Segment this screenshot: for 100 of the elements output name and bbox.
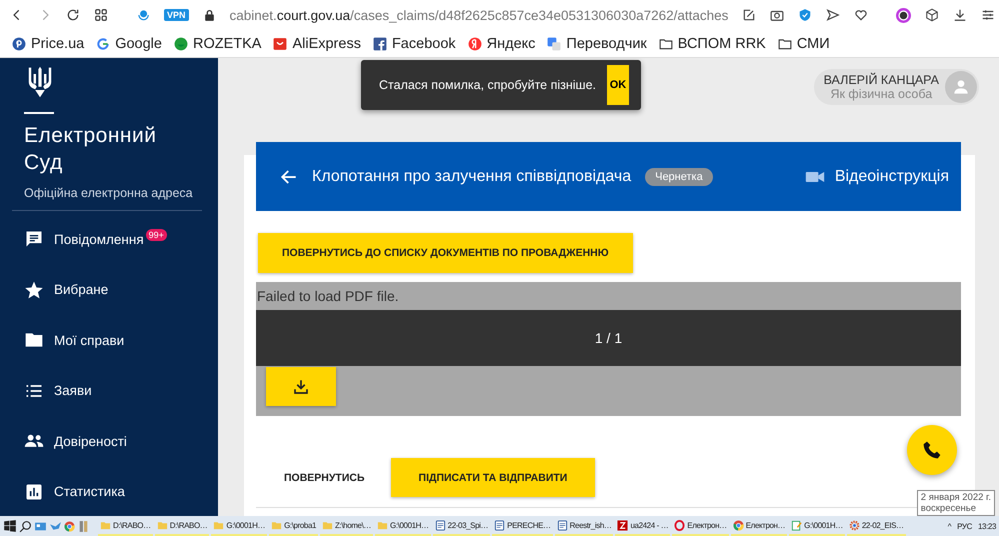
google-g-icon (96, 36, 110, 50)
folder-icon (156, 520, 168, 530)
back-button[interactable]: ПОВЕРНУТИСЬ (268, 458, 381, 497)
taskbar-item[interactable]: D:\RABO… (154, 516, 210, 536)
taskbar-item[interactable]: G:\0001H… (211, 516, 268, 536)
smile-box-icon (273, 36, 288, 50)
cube-icon (925, 8, 940, 22)
taskbar-item[interactable]: Reestr_ish… (554, 516, 614, 536)
windows-start-icon (3, 519, 17, 533)
bookmark[interactable]: Яндекс (468, 36, 536, 52)
bookmark[interactable]: Переводчик (547, 36, 647, 52)
bookmark[interactable]: ROZETKA (174, 36, 262, 52)
chrome-icon (64, 520, 75, 532)
folder-icon (100, 520, 111, 530)
taskbar-item[interactable]: Z:\home\… (320, 516, 374, 536)
bookmark[interactable]: Price.ua (12, 36, 84, 52)
star-icon (24, 280, 44, 300)
book-icon (77, 520, 90, 532)
gear-icon (848, 520, 860, 530)
bookmark[interactable]: СМИ (778, 36, 830, 52)
sliders-icon (981, 8, 996, 22)
ok-button[interactable]: OK (607, 65, 629, 105)
phone-icon (922, 440, 942, 460)
sidebar-item[interactable]: Заяви (24, 362, 194, 413)
user-chip[interactable]: ВАЛЕРІЙ КАНЦАРА Як фізична особа (814, 69, 979, 105)
tooltip-date: 2 января 2022 г. (920, 492, 991, 503)
facebook-icon (372, 36, 387, 50)
sidebar-item-label: Статистика (54, 484, 125, 500)
error-message: Failed to load PDF file. (256, 287, 400, 306)
document-icon (494, 520, 506, 530)
reload-icon (66, 8, 80, 22)
video-link[interactable]: Відеоінструкція (804, 166, 949, 186)
taskbar-item[interactable]: G:\0001H… (789, 516, 845, 536)
taskbar-item[interactable]: 22-03_Spi… (432, 516, 490, 536)
grid-icon (94, 8, 108, 22)
folder-icon (658, 36, 673, 50)
ring-icon (674, 520, 686, 530)
taskbar-item[interactable]: Електрон… (730, 516, 788, 536)
document-icon (434, 520, 446, 530)
sign-and-send-button[interactable]: ПІДПИСАТИ ТА ВІДПРАВИТИ (390, 458, 596, 497)
sidebar-item[interactable]: Статистика (24, 464, 194, 514)
download-icon (953, 8, 968, 22)
taskbar-item[interactable]: ua2424 - … (615, 516, 670, 536)
document-title: Клопотання про залучення співвідповідача (312, 168, 632, 186)
address-bar[interactable]: cabinet.court.gov.ua/cases_claims/d48f2625c857ce34e0531306030a7262/attaches (230, 8, 728, 22)
back-to-list-button[interactable]: ПОВЕРНУТИСЬ ДО СПИСКУ ДОКУМЕНТІВ ПО ПРОВАДЖЕННЮ (258, 233, 633, 273)
chrome-icon (732, 520, 744, 530)
clock[interactable]: 13:23 (978, 522, 996, 530)
heart-icon (854, 8, 868, 22)
folder-icon (213, 520, 224, 530)
status-chip: Чернетка (645, 168, 713, 186)
window-icon (34, 520, 47, 532)
person-icon (953, 79, 969, 95)
taskbar-item[interactable]: PERECHE… (492, 516, 553, 536)
bookmark[interactable]: ВСПОМ RRK (658, 36, 766, 52)
sidebar-item[interactable]: Довіреності (24, 413, 194, 464)
camera-icon (770, 8, 784, 22)
taskbar-item[interactable]: Електрон… (672, 516, 729, 536)
bookmark[interactable]: Facebook (372, 36, 456, 52)
back-arrow-icon (280, 168, 298, 186)
search-icon (19, 520, 32, 532)
toast-message: Сталася помилка, спробуйте пізніше. (379, 78, 596, 92)
count-badge: 99+ (146, 229, 167, 241)
sidebar-item-label: Заяви (54, 383, 92, 398)
folder-icon (322, 520, 334, 530)
sidebar-item-label: Повідомлення (54, 232, 144, 247)
sidebar-item-label: Довіреності (54, 434, 127, 449)
letter-tile-icon (617, 520, 628, 530)
letter-circle-icon (468, 36, 482, 50)
sidebar-item[interactable]: Повідомлення 99+ (24, 211, 194, 262)
bookmark[interactable]: AliExpress (273, 36, 361, 52)
download-button[interactable] (266, 367, 336, 406)
send-icon (826, 8, 840, 22)
folder-icon (377, 520, 388, 530)
folder-icon (271, 520, 282, 530)
taskbar-item[interactable]: D:\RABO… (98, 516, 153, 536)
app-subtitle: Офіційна електронна адреса (12, 186, 202, 211)
bookmark[interactable]: Google (96, 36, 162, 52)
sidebar-item[interactable]: Мої справи (24, 312, 194, 362)
language-indicator[interactable]: РУС (957, 522, 972, 530)
lock-icon (202, 8, 216, 22)
taskbar-item[interactable]: 22-02_EIS… (846, 516, 906, 536)
app-title: Електронний Суд (24, 123, 158, 176)
bar-chart-icon (24, 482, 44, 502)
taskbar-item[interactable]: G:\0001H… (375, 516, 431, 536)
edit-icon (742, 8, 756, 22)
folder-icon (778, 36, 792, 50)
page-indicator: 1 / 1 (256, 310, 961, 366)
notepad-icon (791, 520, 802, 530)
colour-ring-icon (896, 8, 912, 22)
taskbar-item[interactable]: G:\proba1 (269, 516, 318, 536)
tray-expand[interactable]: ^ (948, 522, 952, 530)
user-role: Як фізична особа (829, 87, 934, 101)
smiley-icon (174, 36, 188, 50)
sidebar-item-label: Вибране (54, 282, 108, 298)
translate-icon (547, 36, 562, 50)
sidebar-item[interactable]: Вибране (24, 262, 194, 312)
shield-icon (798, 8, 812, 22)
document-icon (556, 520, 568, 530)
user-name: ВАЛЕРІЙ КАНЦАРА (824, 73, 939, 87)
